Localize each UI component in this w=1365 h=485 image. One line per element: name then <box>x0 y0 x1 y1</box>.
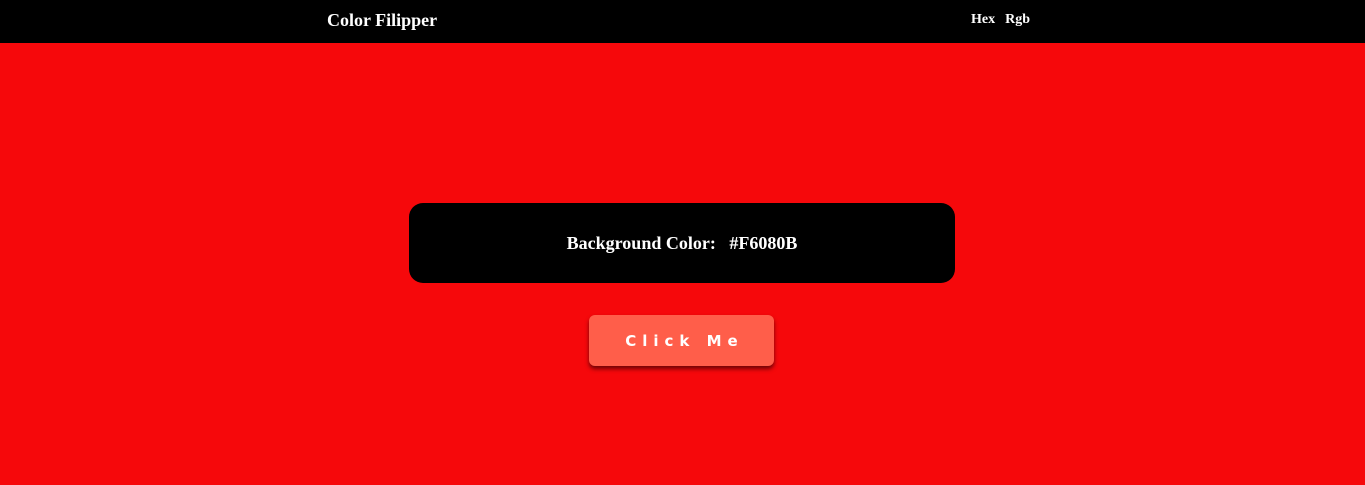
background-color-label: Background Color: <box>566 233 716 253</box>
navbar: Color Filipper Hex Rgb <box>0 0 1365 43</box>
brand-link[interactable]: Color Filipper <box>327 10 437 30</box>
nav-link-hex[interactable]: Hex <box>971 12 995 28</box>
nav-links: Hex Rgb <box>971 12 1030 28</box>
color-display-panel: Background Color: #F6080B <box>409 203 955 283</box>
background-color-value: #F6080B <box>729 233 798 253</box>
nav-link-rgb[interactable]: Rgb <box>1005 12 1030 28</box>
click-me-button[interactable]: Click Me <box>589 315 774 366</box>
